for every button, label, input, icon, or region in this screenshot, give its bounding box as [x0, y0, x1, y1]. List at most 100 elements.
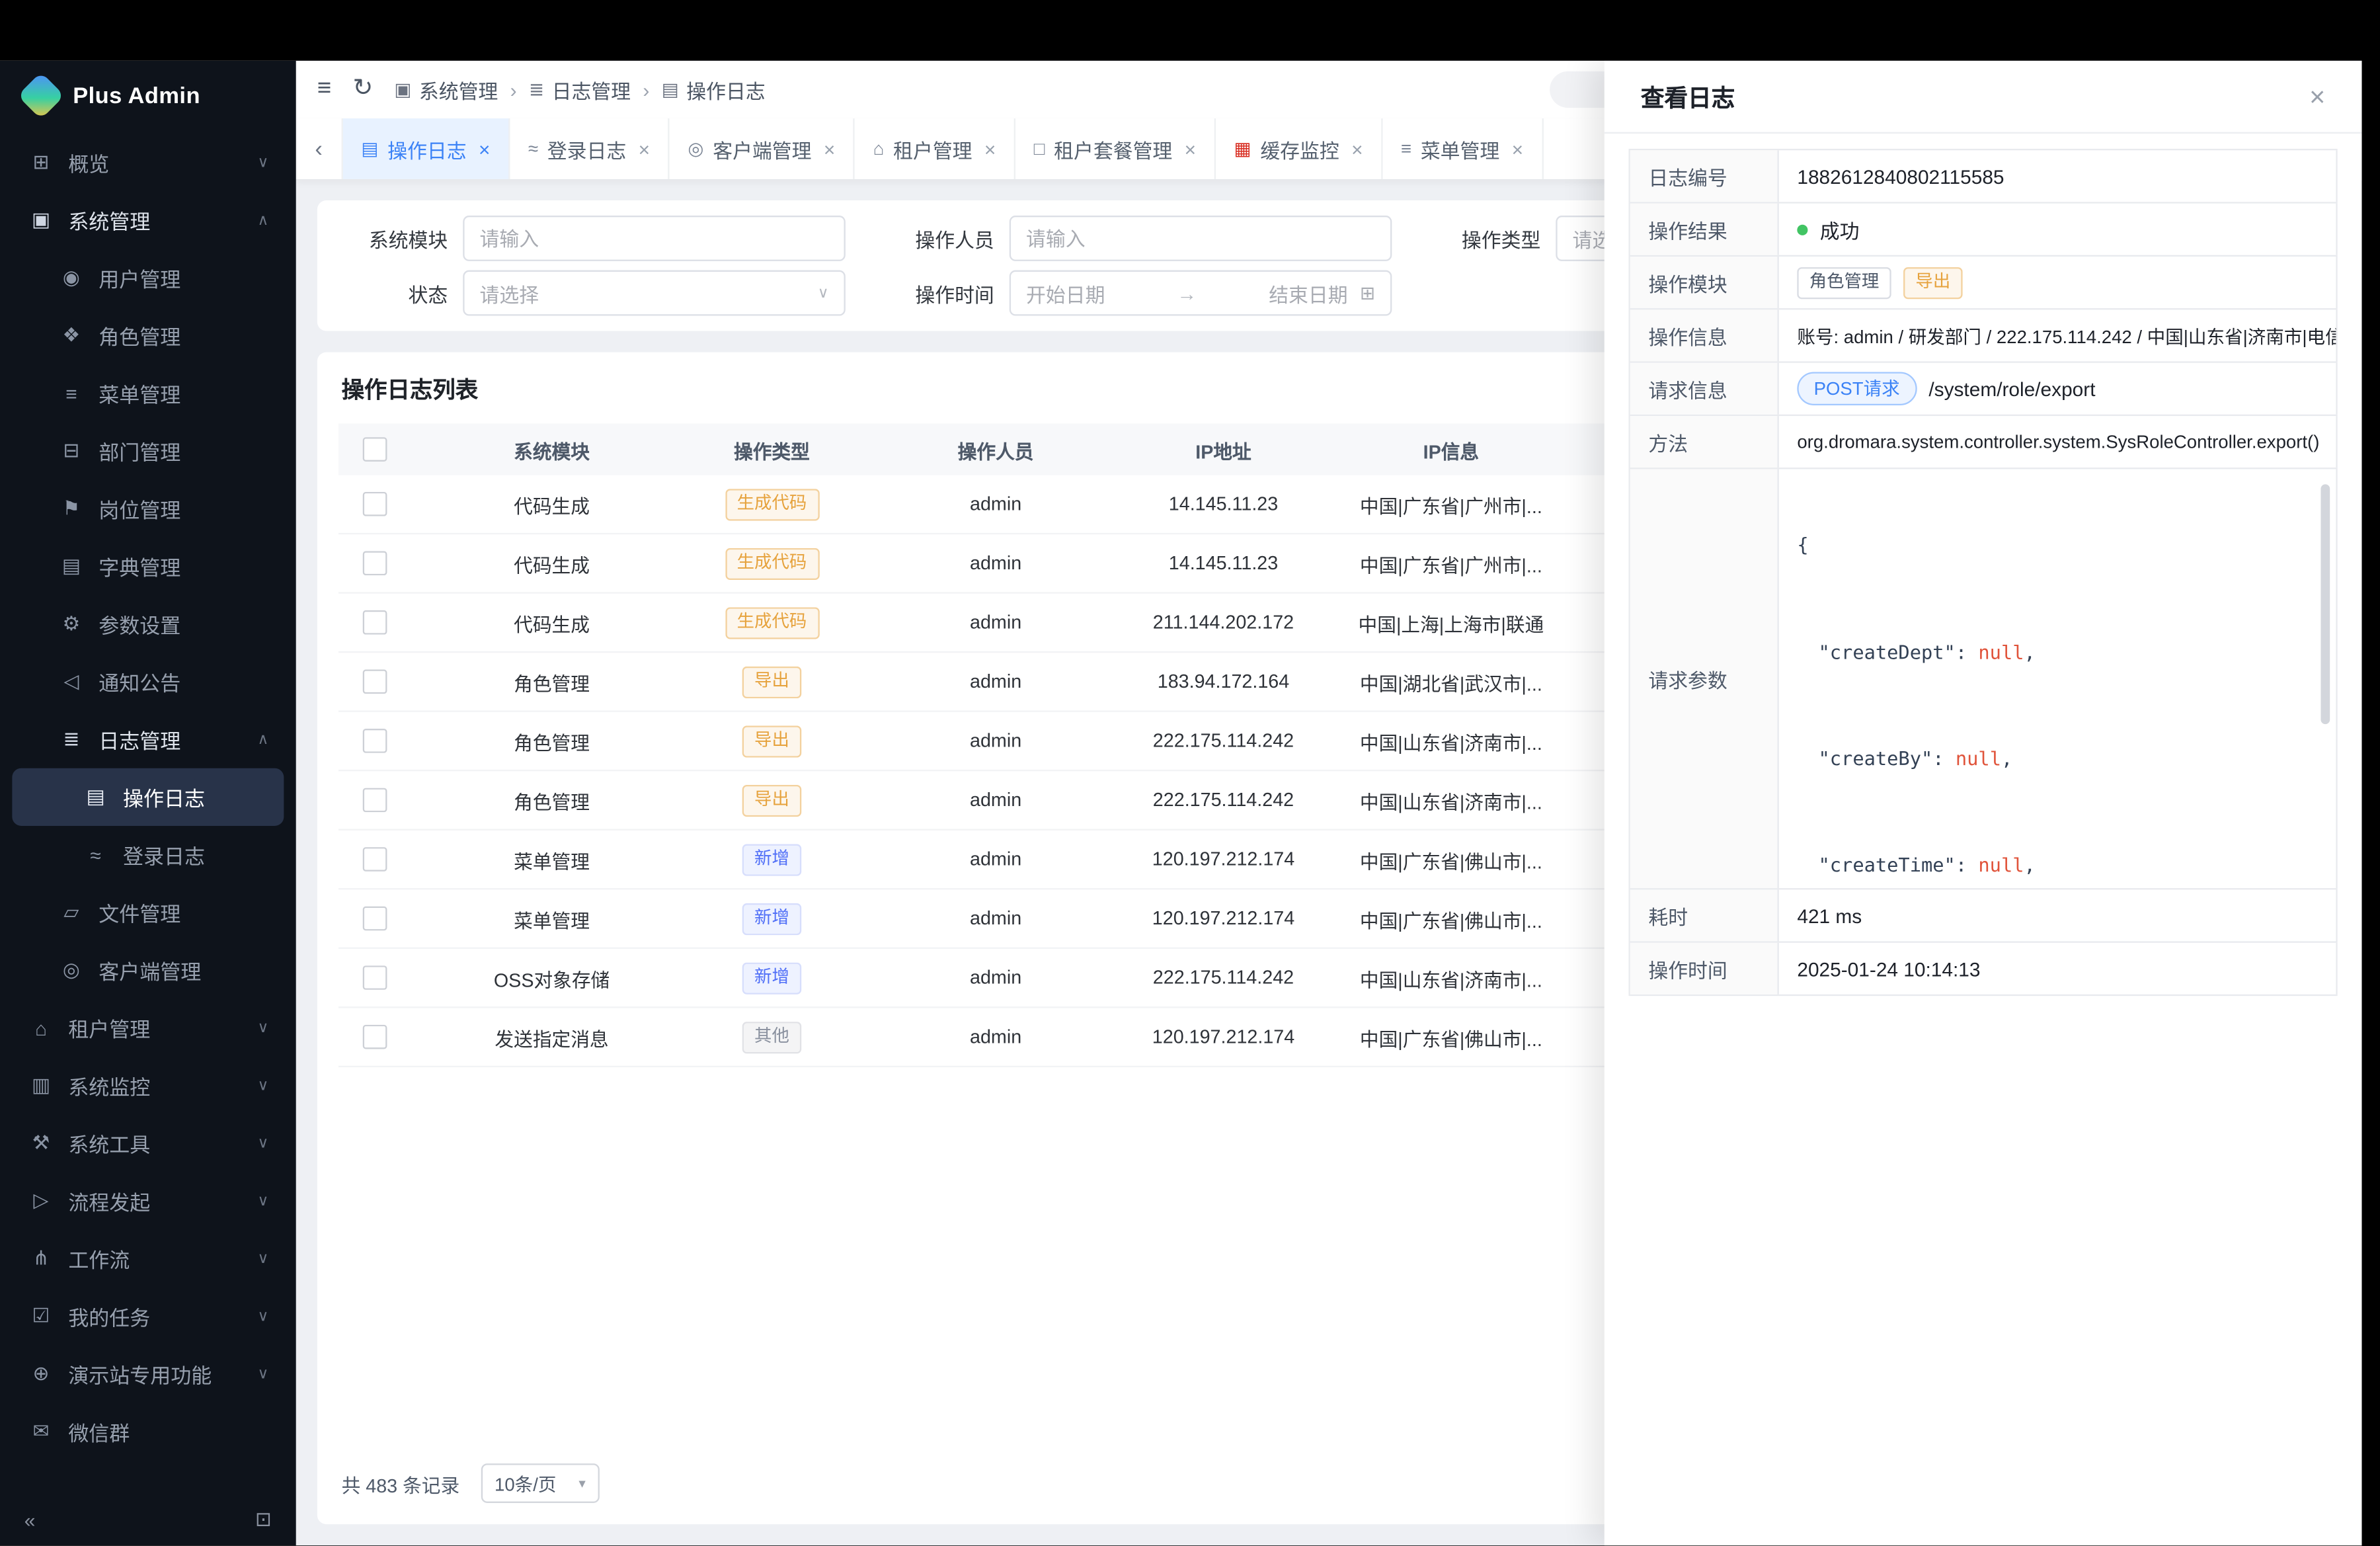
collapse-sidebar-icon[interactable]: «: [24, 1508, 36, 1531]
chevron-icon: ∨: [258, 1308, 269, 1324]
field-label: 耗时: [1630, 889, 1779, 941]
tab-close-icon[interactable]: ×: [1351, 138, 1363, 160]
log-detail-table: 日志编号 1882612840802115585 操作结果 成功 操作模块: [1629, 149, 2338, 996]
sidebar-item[interactable]: ▣ 系统管理 ∧: [12, 191, 284, 249]
tabs-scroll-left-icon[interactable]: ‹: [296, 118, 343, 179]
row-checkbox[interactable]: [363, 610, 387, 635]
tab-close-icon[interactable]: ×: [984, 138, 996, 160]
row-checkbox[interactable]: [363, 729, 387, 753]
cell-ip-address: 120.197.212.174: [1140, 848, 1307, 870]
sidebar-item[interactable]: ≈ 登录日志: [12, 826, 284, 883]
sidebar-item[interactable]: ⊕ 演示站专用功能 ∨: [12, 1345, 284, 1403]
sidebar-item[interactable]: ▤ 操作日志: [12, 768, 284, 826]
breadcrumb-icon: ≣: [529, 79, 544, 100]
sidebar-item[interactable]: ▥ 系统监控 ∨: [12, 1057, 284, 1114]
tab-close-icon[interactable]: ×: [1512, 138, 1523, 160]
sidebar-item-label: 操作日志: [123, 782, 205, 812]
tab-label: 菜单管理: [1421, 134, 1499, 163]
field-value: 421 ms: [1779, 889, 2338, 941]
chevron-icon: ∨: [258, 154, 269, 171]
status-filter-select[interactable]: 请选择 ∨: [463, 270, 846, 316]
sidebar-item[interactable]: ▱ 文件管理: [12, 883, 284, 941]
json-line: "createDept": null,: [1797, 639, 2309, 665]
row-checkbox[interactable]: [363, 1025, 387, 1049]
sidebar-item-icon: ▱: [58, 900, 85, 924]
chevron-icon: ∨: [258, 1250, 269, 1267]
sidebar-item[interactable]: ❖ 角色管理: [12, 307, 284, 364]
layout-toggle-icon[interactable]: ⊡: [255, 1508, 272, 1532]
tab-icon: ▤: [361, 138, 378, 159]
tab[interactable]: ▦ 缓存监控 ×: [1216, 118, 1382, 179]
tab[interactable]: ≈ 登录日志 ×: [510, 118, 670, 179]
operator-filter-input[interactable]: [1010, 216, 1392, 261]
sidebar-item-icon: ≣: [58, 727, 85, 752]
cell-system-module: 角色管理: [411, 786, 692, 815]
tab[interactable]: □ 租户套餐管理 ×: [1015, 118, 1216, 179]
sidebar-item[interactable]: ▷ 流程发起 ∨: [12, 1172, 284, 1229]
brand[interactable]: Plus Admin: [0, 61, 296, 131]
row-checkbox[interactable]: [363, 788, 387, 813]
tab-close-icon[interactable]: ×: [479, 138, 490, 160]
sidebar-item[interactable]: ⊟ 部门管理: [12, 422, 284, 479]
row-checkbox[interactable]: [363, 551, 387, 575]
row-checkbox[interactable]: [363, 965, 387, 990]
sidebar-item-icon: ▤: [58, 554, 85, 579]
time-range-picker[interactable]: 开始日期 → 结束日期 ⊞: [1010, 270, 1392, 316]
tab[interactable]: ⌂ 租户管理 ×: [855, 118, 1015, 179]
sidebar-item[interactable]: ▤ 字典管理: [12, 538, 284, 595]
sidebar-item[interactable]: ◎ 客户端管理: [12, 941, 284, 998]
cell-checkbox: [338, 907, 411, 931]
sidebar-item[interactable]: ◉ 用户管理: [12, 249, 284, 307]
code-scrollbar-thumb[interactable]: [2320, 484, 2330, 724]
operation-type-tag: 新增: [742, 903, 802, 934]
cell-ip-info: 中国|广东省|佛山市|...: [1307, 1022, 1595, 1051]
sidebar-item[interactable]: ≡ 菜单管理: [12, 364, 284, 422]
page-size-select[interactable]: 10条/页 ▾: [481, 1463, 599, 1503]
cell-system-module: 代码生成: [411, 608, 692, 637]
select-all-checkbox[interactable]: [363, 437, 387, 462]
tab-icon: ≡: [1401, 138, 1411, 159]
row-checkbox[interactable]: [363, 492, 387, 516]
sidebar-item-label: 登录日志: [123, 840, 205, 870]
sidebar-item[interactable]: ☑ 我的任务 ∨: [12, 1287, 284, 1345]
row-checkbox[interactable]: [363, 907, 387, 931]
cell-system-module: 角色管理: [411, 667, 692, 696]
sidebar-item[interactable]: ⊞ 概览 ∨: [12, 134, 284, 191]
sidebar-item[interactable]: ⚑ 岗位管理: [12, 480, 284, 538]
refresh-icon[interactable]: ↻: [352, 77, 373, 102]
cell-operator: admin: [852, 553, 1140, 574]
sidebar-item[interactable]: ⋔ 工作流 ∨: [12, 1230, 284, 1287]
sidebar-item[interactable]: ⌂ 租户管理 ∨: [12, 999, 284, 1057]
end-date-placeholder: 结束日期: [1269, 278, 1347, 307]
breadcrumb-item[interactable]: 操作日志: [686, 75, 765, 104]
row-checkbox[interactable]: [363, 669, 387, 694]
cell-checkbox: [338, 965, 411, 990]
sidebar-item[interactable]: ◁ 通知公告: [12, 653, 284, 710]
module-filter-label: 系统模块: [338, 224, 448, 253]
drawer-body: 日志编号 1882612840802115585 操作结果 成功 操作模块: [1605, 134, 2362, 1020]
tab[interactable]: ▤ 操作日志 ×: [343, 118, 510, 179]
sidebar-item[interactable]: ⚒ 系统工具 ∨: [12, 1114, 284, 1172]
row-checkbox[interactable]: [363, 847, 387, 872]
sidebar-item[interactable]: ✉ 微信群: [12, 1403, 284, 1460]
action-tag: 导出: [1903, 266, 1963, 298]
cell-operation-type: 生成代码: [692, 606, 852, 638]
cell-system-module: 代码生成: [411, 549, 692, 578]
module-filter-input[interactable]: [463, 216, 846, 261]
tab[interactable]: ◎ 客户端管理 ×: [670, 118, 855, 179]
tab-close-icon[interactable]: ×: [824, 138, 835, 160]
tab-close-icon[interactable]: ×: [639, 138, 650, 160]
sidebar-item[interactable]: ≣ 日志管理 ∧: [12, 710, 284, 768]
drawer-header: 查看日志 ×: [1605, 61, 2362, 134]
tab-close-icon[interactable]: ×: [1185, 138, 1196, 160]
request-params-code[interactable]: { "createDept": null, "createBy": null, …: [1779, 469, 2336, 888]
view-log-drawer: 查看日志 × 日志编号 1882612840802115585 操作结果 成功: [1605, 61, 2362, 1545]
hamburger-icon[interactable]: ≡: [317, 77, 331, 102]
close-icon[interactable]: ×: [2309, 83, 2325, 110]
cell-operator: admin: [852, 612, 1140, 633]
breadcrumb-item[interactable]: 日志管理: [552, 75, 631, 104]
tab[interactable]: ≡ 菜单管理 ×: [1382, 118, 1543, 179]
sidebar-item-label: 通知公告: [99, 667, 180, 697]
breadcrumb-item[interactable]: 系统管理: [419, 75, 498, 104]
sidebar-item[interactable]: ⚙ 参数设置: [12, 595, 284, 653]
